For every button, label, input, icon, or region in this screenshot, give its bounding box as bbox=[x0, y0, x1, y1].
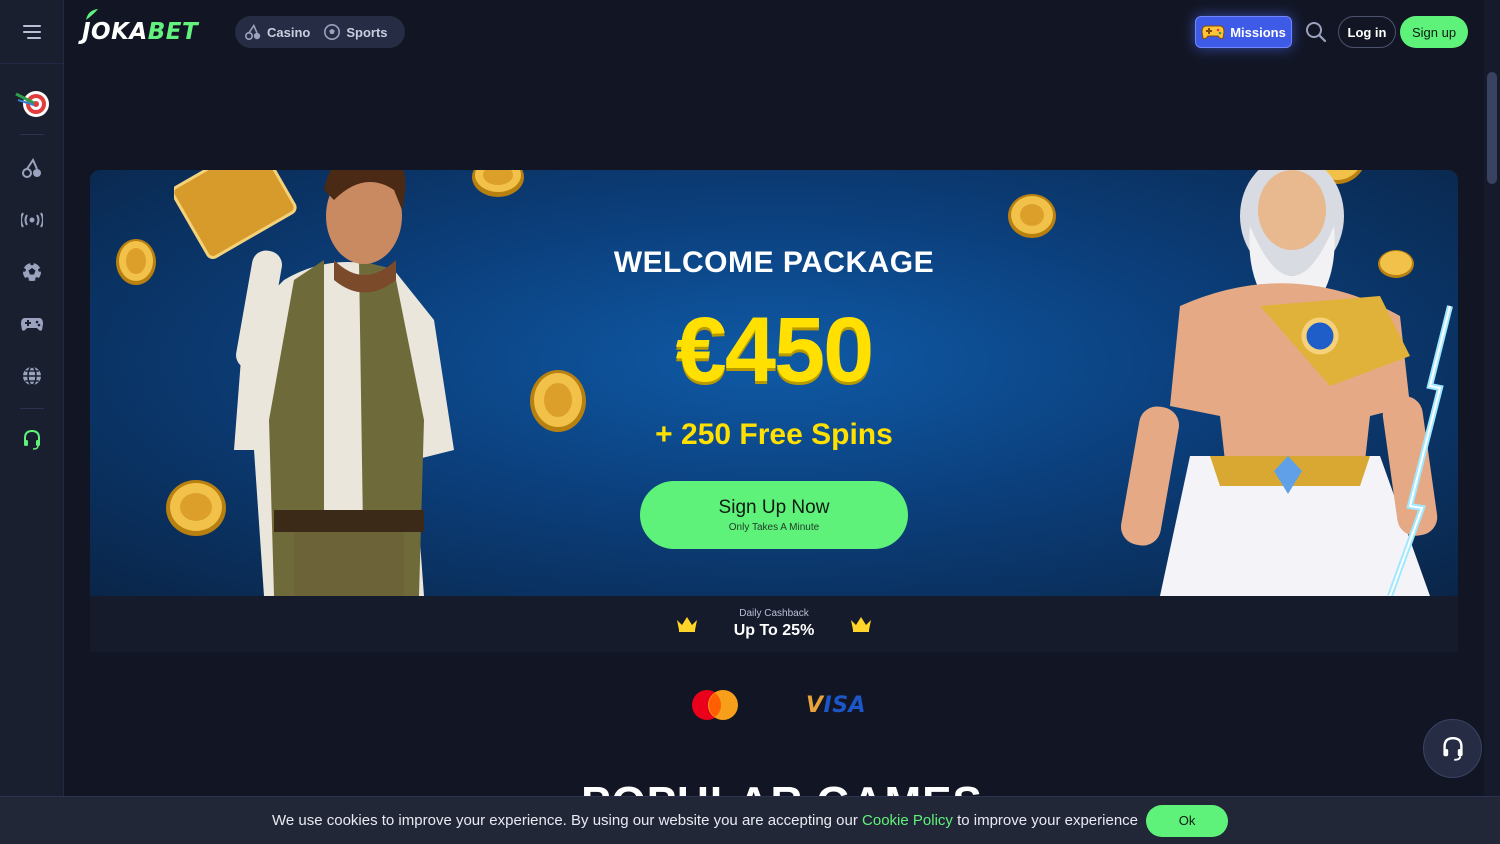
sidebar-item-support[interactable] bbox=[0, 420, 64, 460]
logo-leaf-icon bbox=[86, 9, 98, 20]
logo-text: JOKABET bbox=[82, 19, 198, 45]
cashback-strip: Daily Cashback Up To 25% bbox=[90, 596, 1458, 652]
crown-icon bbox=[851, 617, 872, 632]
nav-sports-label: Sports bbox=[346, 24, 388, 40]
sidebar-divider bbox=[20, 408, 44, 409]
sidebar-item-games[interactable] bbox=[0, 304, 64, 344]
soccer-ball-icon bbox=[324, 24, 341, 40]
welcome-banner[interactable]: WELCOME PACKAGE €450 + 250 Free Spins Si… bbox=[90, 170, 1458, 596]
headset-icon bbox=[1442, 736, 1463, 761]
signup-button[interactable]: Sign up bbox=[1400, 16, 1468, 48]
sidebar-item-international[interactable] bbox=[0, 356, 64, 396]
support-chat-button[interactable] bbox=[1423, 719, 1482, 778]
cookie-banner: We use cookies to improve your experienc… bbox=[0, 796, 1500, 844]
live-broadcast-icon bbox=[21, 212, 43, 228]
sidebar-item-live[interactable] bbox=[0, 200, 64, 240]
cookie-policy-link[interactable]: Cookie Policy bbox=[862, 812, 953, 829]
cherry-icon bbox=[245, 24, 261, 40]
sidebar-item-missions[interactable] bbox=[0, 84, 64, 124]
sidebar bbox=[0, 0, 64, 844]
login-button[interactable]: Log in bbox=[1338, 16, 1396, 48]
signup-now-label: Sign Up Now bbox=[718, 497, 830, 518]
globe-icon bbox=[23, 366, 41, 386]
free-spins-text: + 250 Free Spins bbox=[655, 418, 893, 451]
signup-now-button[interactable]: Sign Up Now Only Takes A Minute bbox=[640, 481, 908, 549]
sidebar-item-sports[interactable] bbox=[0, 252, 64, 292]
page-scrollbar[interactable] bbox=[1484, 0, 1500, 796]
jokabet-logo[interactable]: JOKABET bbox=[82, 9, 198, 50]
cookie-ok-button[interactable]: Ok bbox=[1146, 804, 1229, 837]
menu-button[interactable] bbox=[0, 0, 63, 64]
nav-casino[interactable]: Casino bbox=[245, 24, 310, 40]
product-nav: Casino Sports bbox=[235, 16, 405, 48]
search-button[interactable] bbox=[1304, 20, 1328, 44]
top-header: JOKABET Casino Sports Missions Log in Si… bbox=[64, 0, 1500, 64]
cherry-icon bbox=[22, 158, 41, 178]
logo-accent: BET bbox=[147, 19, 199, 45]
nav-sports[interactable]: Sports bbox=[324, 24, 388, 40]
cashback-value: Up To 25% bbox=[733, 622, 815, 639]
nav-casino-label: Casino bbox=[267, 24, 311, 40]
gamepad-icon bbox=[1201, 25, 1225, 40]
cookie-text-after: to improve your experience bbox=[957, 812, 1139, 829]
missions-button[interactable]: Missions bbox=[1195, 16, 1292, 48]
cashback-label: Daily Cashback bbox=[739, 608, 809, 619]
sidebar-item-casino[interactable] bbox=[0, 148, 64, 188]
sidebar-divider bbox=[20, 134, 44, 135]
target-darts-icon bbox=[15, 91, 49, 117]
soccer-ball-icon bbox=[22, 262, 42, 281]
cashback-info: Daily Cashback Up To 25% bbox=[734, 608, 815, 640]
cookie-message: We use cookies to improve your experienc… bbox=[272, 812, 1138, 829]
logo-main: JOKA bbox=[82, 19, 148, 45]
banner-title: WELCOME PACKAGE bbox=[613, 246, 935, 279]
crown-icon bbox=[676, 617, 697, 632]
payment-methods: VISA bbox=[690, 688, 870, 722]
gamepad-icon bbox=[21, 318, 43, 331]
signup-now-sublabel: Only Takes A Minute bbox=[728, 522, 820, 533]
scrollbar-thumb[interactable] bbox=[1487, 72, 1497, 184]
search-icon bbox=[1306, 22, 1327, 43]
visa-logo: VISA bbox=[806, 692, 867, 718]
hamburger-icon bbox=[22, 24, 41, 39]
mastercard-icon bbox=[692, 690, 738, 720]
cookie-text-before: We use cookies to improve your experienc… bbox=[271, 812, 858, 829]
headset-icon bbox=[24, 430, 40, 450]
missions-label: Missions bbox=[1230, 24, 1286, 40]
bonus-amount: €450 bbox=[675, 299, 875, 401]
